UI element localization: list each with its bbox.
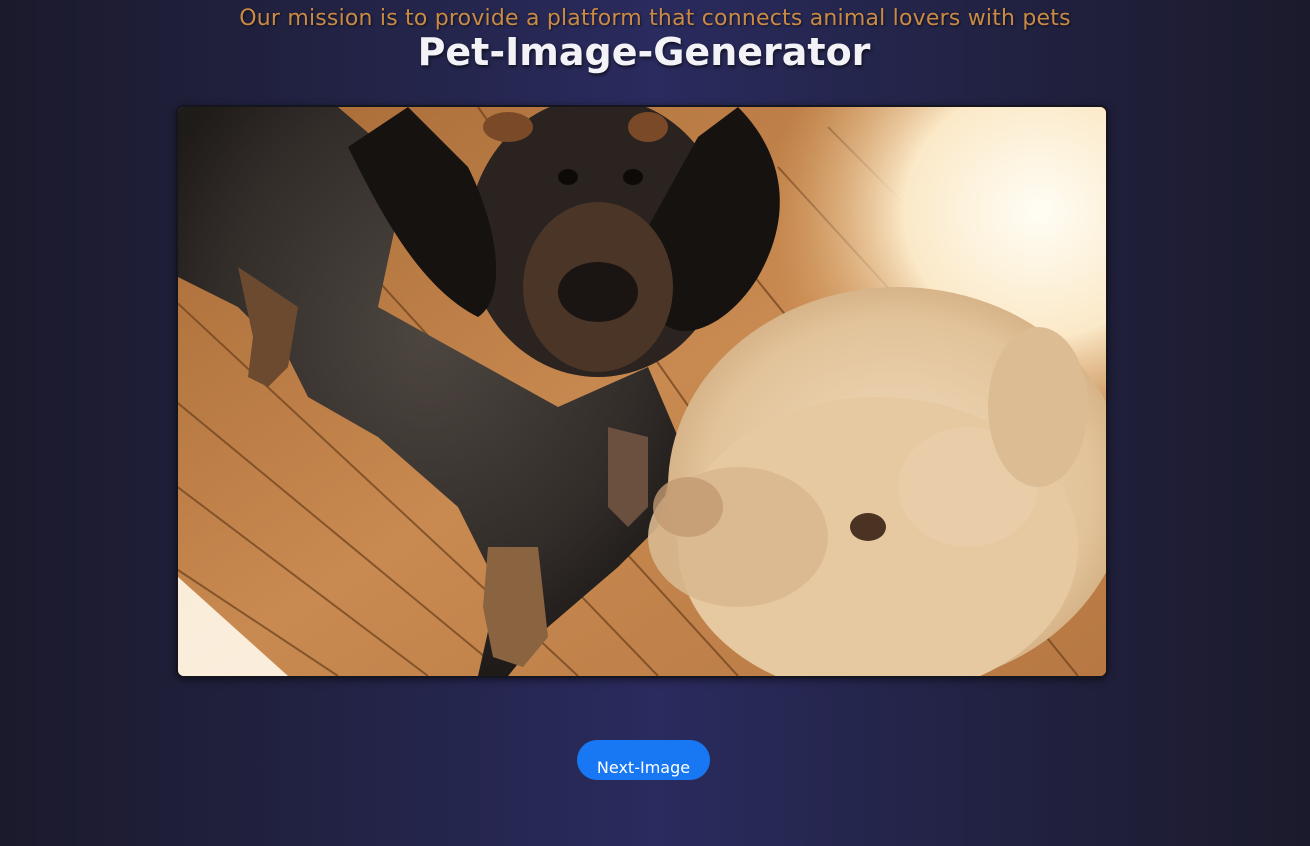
pet-photo — [178, 107, 1106, 676]
pet-image — [176, 105, 1108, 678]
next-image-button[interactable]: Next-Image — [577, 740, 710, 780]
page-title: Pet-Image-Generator — [417, 30, 871, 74]
mission-statement: Our mission is to provide a platform tha… — [239, 6, 1071, 31]
